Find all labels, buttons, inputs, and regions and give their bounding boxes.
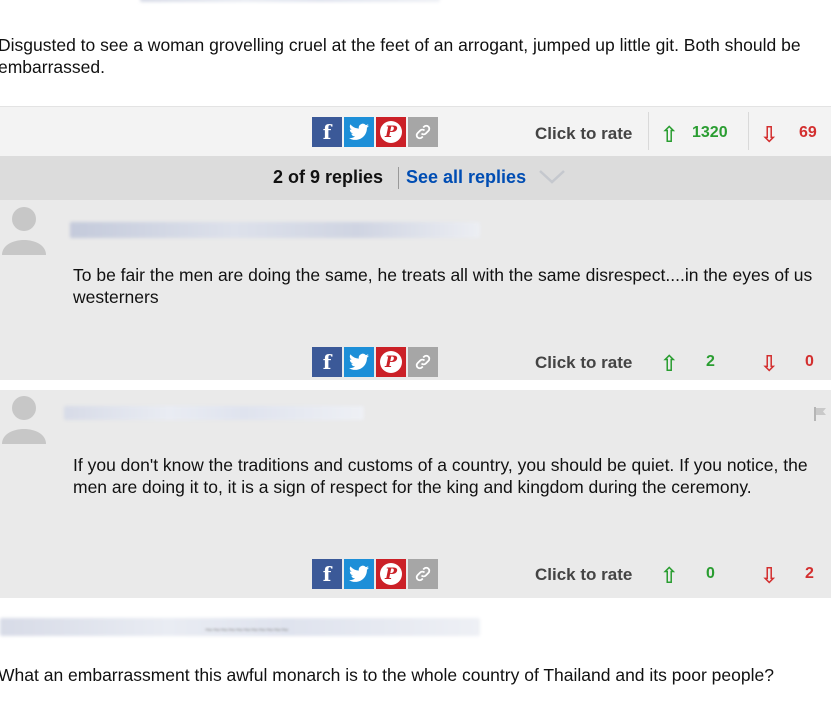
share-buttons: f P: [312, 347, 438, 377]
copy-link-button[interactable]: [408, 559, 438, 589]
upvote-count: 1320: [692, 124, 728, 141]
blurred-author-info: [70, 222, 480, 238]
upvote-count: 2: [706, 353, 715, 370]
arrow-up-icon: ⇧: [660, 563, 679, 588]
twitter-share-button[interactable]: [344, 117, 374, 147]
replies-count: 2 of 9 replies: [273, 167, 384, 187]
copy-link-button[interactable]: [408, 117, 438, 147]
share-buttons: f P: [312, 559, 438, 589]
twitter-icon: [349, 565, 369, 582]
facebook-icon: f: [322, 350, 332, 374]
facebook-icon: f: [322, 120, 332, 144]
link-icon: [415, 124, 431, 140]
click-to-rate-label: Click to rate: [535, 124, 633, 143]
click-to-rate-label: Click to rate: [535, 353, 633, 372]
upvote-button[interactable]: ⇧: [660, 351, 678, 377]
facebook-share-button[interactable]: f: [312, 559, 342, 589]
divider: [398, 167, 399, 189]
arrow-down-icon: ⇩: [760, 351, 779, 376]
link-icon: [415, 566, 431, 582]
facebook-share-button[interactable]: f: [312, 347, 342, 377]
pinterest-share-button[interactable]: P: [376, 117, 406, 147]
comment-text: Disgusted to see a woman grovelling crue…: [0, 35, 801, 77]
upvote-button[interactable]: ⇧: [660, 122, 678, 148]
downvote-count: 69: [799, 124, 817, 141]
arrow-up-icon: ⇧: [660, 122, 679, 147]
pinterest-share-button[interactable]: P: [376, 559, 406, 589]
flag-report-icon[interactable]: [812, 406, 828, 422]
reply-text: If you don't know the traditions and cus…: [73, 455, 808, 497]
avatar-placeholder-icon: [2, 207, 46, 255]
pinterest-icon: P: [380, 351, 402, 373]
avatar-placeholder-icon: [2, 396, 46, 444]
downvote-button[interactable]: ⇩: [760, 351, 778, 377]
divider: [748, 112, 749, 150]
blurred-author-info: [140, 0, 440, 2]
copy-link-button[interactable]: [408, 347, 438, 377]
comment-text: What an embarrassment this awful monarch…: [0, 665, 774, 685]
downvote-button[interactable]: ⇩: [760, 563, 778, 589]
arrow-down-icon: ⇩: [760, 122, 779, 147]
share-buttons: f P: [312, 117, 438, 147]
twitter-icon: [349, 123, 369, 140]
downvote-button[interactable]: ⇩: [760, 122, 778, 148]
arrow-down-icon: ⇩: [760, 563, 779, 588]
reply-text: To be fair the men are doing the same, h…: [73, 265, 813, 307]
upvote-count: 0: [706, 565, 715, 582]
link-icon: [415, 354, 431, 370]
pinterest-share-button[interactable]: P: [376, 347, 406, 377]
chevron-down-icon[interactable]: [538, 168, 566, 186]
see-all-replies-link[interactable]: See all replies: [406, 167, 526, 188]
facebook-icon: f: [322, 562, 332, 586]
click-to-rate-label: Click to rate: [535, 565, 633, 584]
reply-separator: [0, 380, 831, 390]
downvote-count: 0: [805, 353, 814, 370]
upvote-button[interactable]: ⇧: [660, 563, 678, 589]
facebook-share-button[interactable]: f: [312, 117, 342, 147]
blurred-author-info: [64, 406, 364, 420]
downvote-count: 2: [805, 565, 814, 582]
arrow-up-icon: ⇧: [660, 351, 679, 376]
blurred-location-text: ~~~~~~~~~~~: [205, 622, 289, 637]
twitter-icon: [349, 353, 369, 370]
pinterest-icon: P: [380, 121, 402, 143]
pinterest-icon: P: [380, 563, 402, 585]
divider: [648, 112, 649, 150]
twitter-share-button[interactable]: [344, 347, 374, 377]
twitter-share-button[interactable]: [344, 559, 374, 589]
